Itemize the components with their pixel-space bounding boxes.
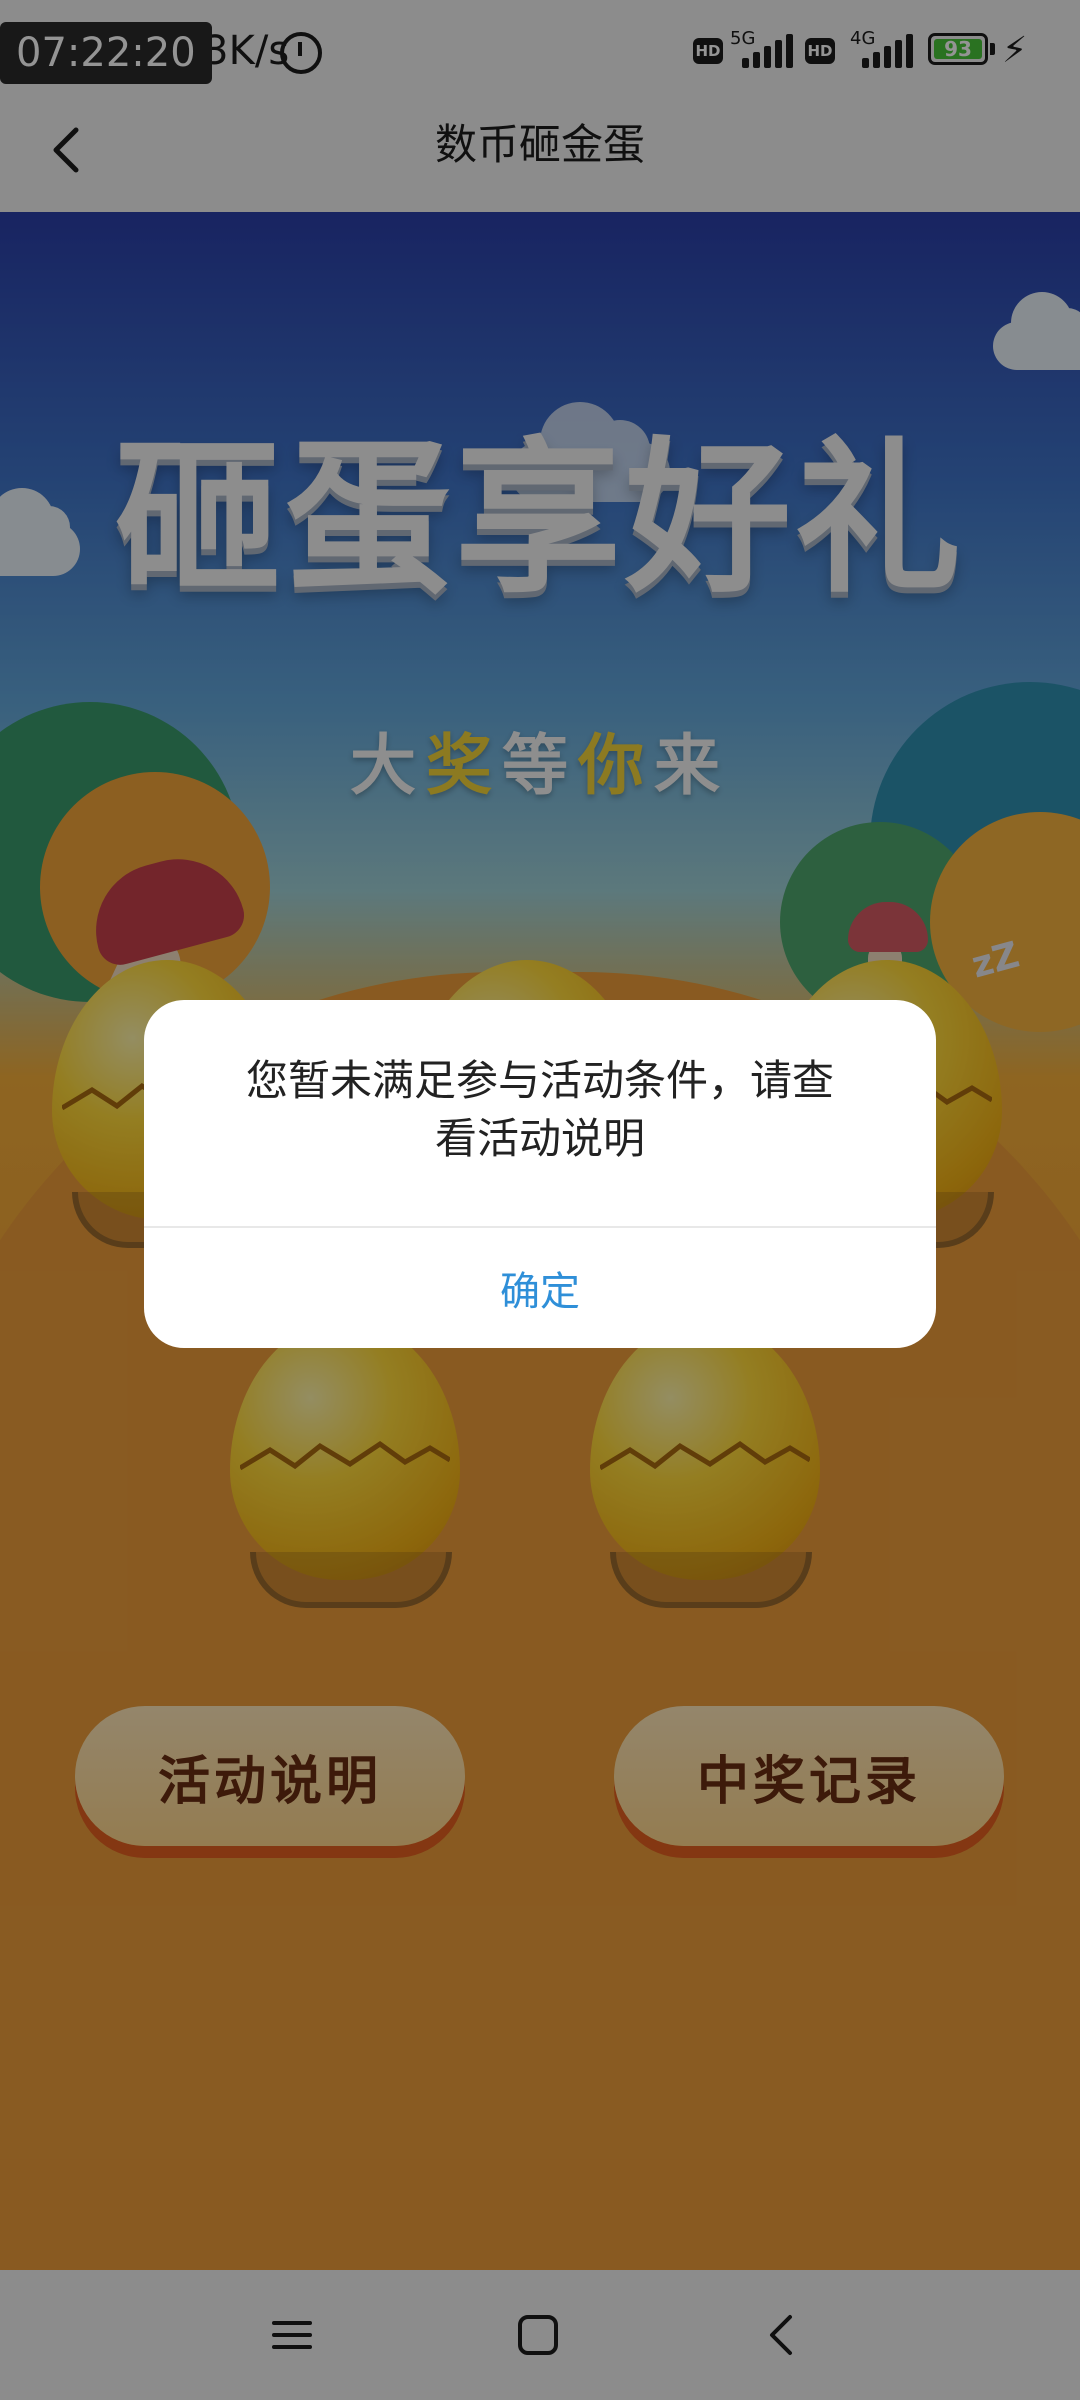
dialog-message: 您暂未满足参与活动条件，请查看活动说明 xyxy=(245,1056,834,1163)
confirm-button[interactable]: 确定 xyxy=(144,1228,936,1348)
screen: 砸蛋享好礼 大奖等你来 zZ zZ zZ 活动说明 中奖记录 9.3K/s 07 xyxy=(0,0,1080,2400)
alert-dialog: 您暂未满足参与活动条件，请查看活动说明 确定 xyxy=(144,1000,936,1348)
